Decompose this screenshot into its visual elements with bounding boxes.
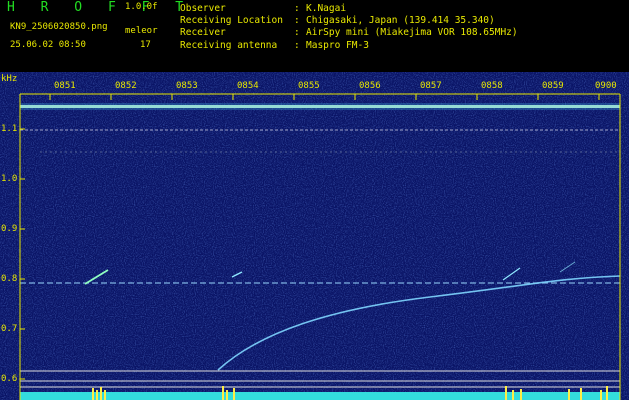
spectrogram <box>0 72 629 400</box>
signal-strength-bar <box>20 392 620 400</box>
x-tick-label: 0851 <box>54 81 76 91</box>
y-tick-label: 0.7 <box>1 324 18 334</box>
info-row-observer: Observer: K.Nagai <box>180 3 347 14</box>
x-tick-label: 0856 <box>359 81 381 91</box>
x-tick-label: 0853 <box>176 81 198 91</box>
noise-texture <box>0 72 629 400</box>
y-tick-label: 0.8 <box>1 274 18 284</box>
info-row-antenna: Receiving antenna: Maspro FM-3 <box>180 39 369 51</box>
info-row-location: Receiving Location: Chigasaki, Japan (139… <box>180 15 495 27</box>
y-axis-unit: kHz <box>1 74 18 84</box>
meteor-count: 17 <box>140 40 151 50</box>
info-row-receiver: Receiver: AirSpy mini (Miakejima VOR 108.… <box>180 27 518 39</box>
x-tick-label: 0859 <box>542 81 564 91</box>
y-tick-label: 0.9 <box>1 224 18 234</box>
x-tick-label: 0900 <box>595 81 617 91</box>
station-info: Observer: K.Nagai Receiving Location: Chig… <box>180 3 518 52</box>
x-tick-label: 0852 <box>115 81 137 91</box>
carrier-glow <box>20 103 620 110</box>
y-tick-label: 0.6 <box>1 374 18 384</box>
y-tick-label: 1.1 <box>1 124 18 134</box>
x-tick-label: 0858 <box>481 81 503 91</box>
file-name: KN9_2506020850.png <box>10 22 108 32</box>
date-time: 25.06.02 08:50 <box>10 40 86 50</box>
x-tick-label: 0854 <box>237 81 259 91</box>
x-tick-label: 0857 <box>420 81 442 91</box>
x-tick-label: 0855 <box>298 81 320 91</box>
y-tick-label: 1.0 <box>1 174 18 184</box>
mode-label: meleor <box>125 26 158 36</box>
app-title: H R O F F T <box>7 0 193 15</box>
header-panel: H R O F F T 1.0.0f KN9_2506020850.png me… <box>0 0 629 72</box>
version-label: 1.0.0f <box>125 2 158 12</box>
